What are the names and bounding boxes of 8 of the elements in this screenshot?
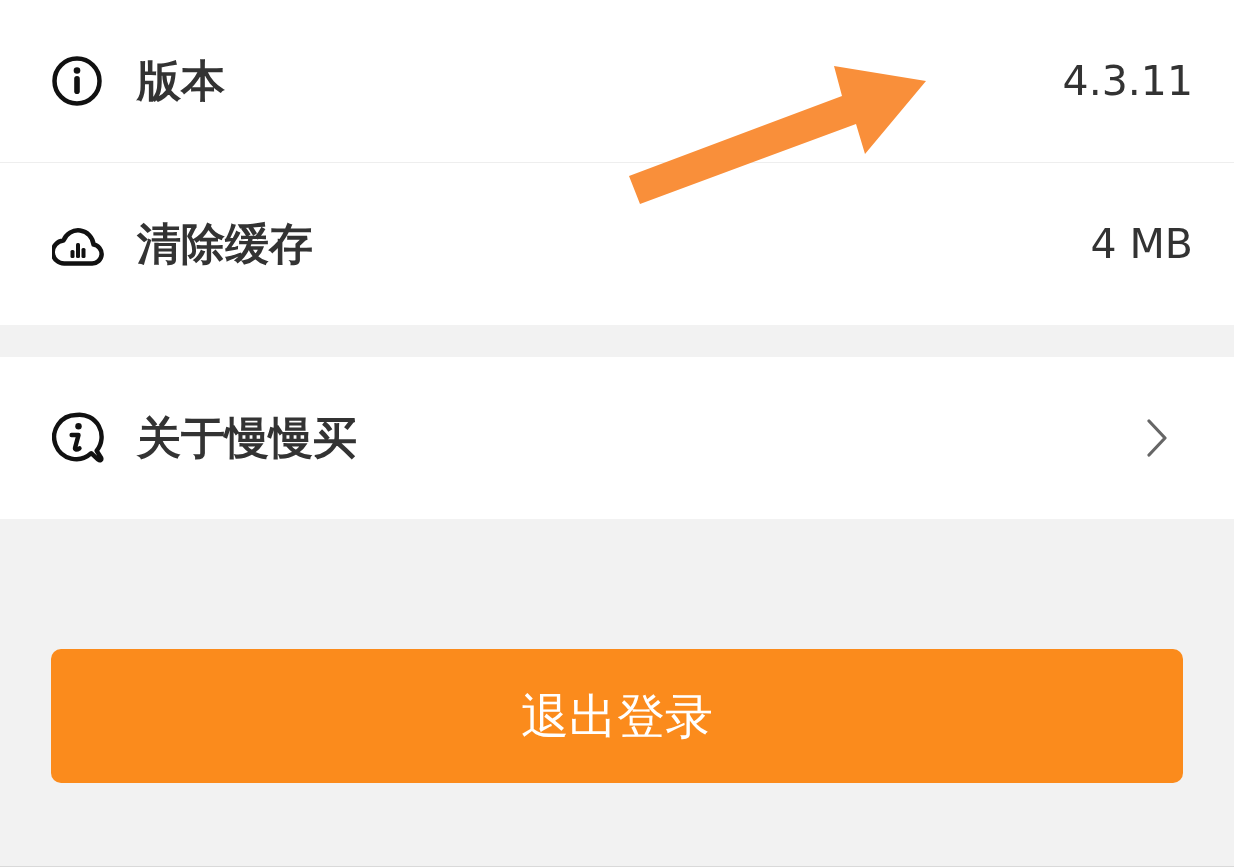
row-label: 清除缓存 xyxy=(137,222,313,266)
info-bubble-icon xyxy=(52,411,104,465)
row-label: 版本 xyxy=(137,59,225,103)
chevron-right-icon xyxy=(1147,419,1167,457)
row-label: 关于慢慢买 xyxy=(137,416,357,460)
row-value: 4.3.11 xyxy=(1062,60,1193,102)
row-value: 4 MB xyxy=(1090,223,1193,265)
info-circle-icon xyxy=(52,56,102,106)
